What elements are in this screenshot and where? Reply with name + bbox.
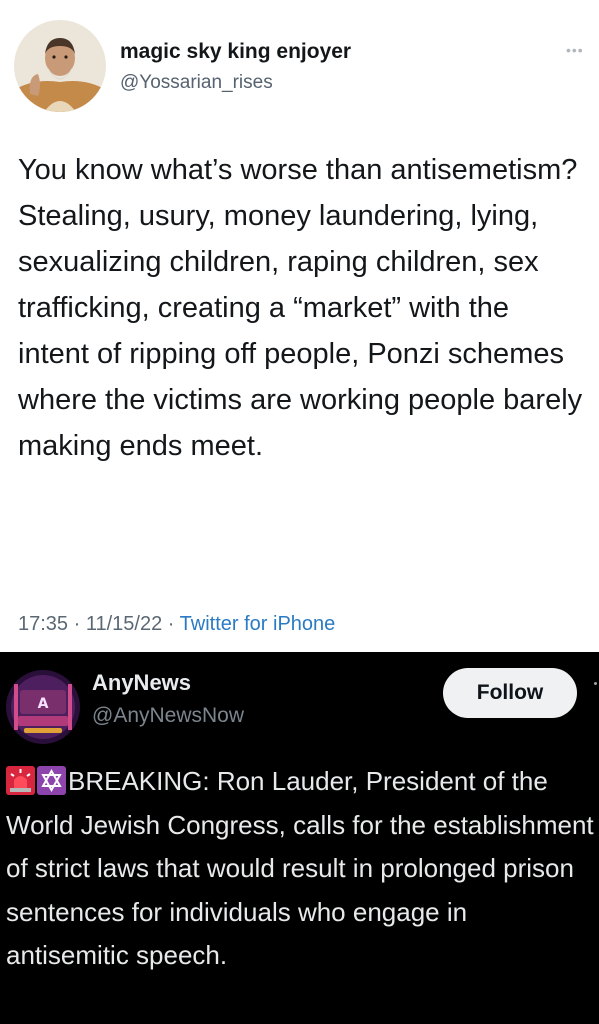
tweet-card-dark: A AnyNews @AnyNewsNow Follow BREAKING: R… (0, 652, 599, 1024)
tweet-date[interactable]: 11/15/22 (86, 613, 162, 635)
avatar-portrait-icon (14, 20, 106, 112)
meta-separator: · (167, 613, 175, 635)
follow-button[interactable]: Follow (443, 668, 577, 718)
tweet-card-light: magic sky king enjoyer @Yossarian_rises … (0, 0, 599, 652)
tweet-text: You know what’s worse than antisemetism?… (18, 154, 583, 462)
anynews-logo-icon: A (6, 670, 80, 744)
svg-text:A: A (38, 696, 49, 712)
avatar[interactable] (14, 20, 106, 112)
display-name[interactable]: magic sky king enjoyer (120, 40, 351, 64)
more-dots-icon[interactable]: ••• (566, 42, 584, 58)
tweet-text: BREAKING: Ron Lauder, President of the W… (6, 766, 594, 970)
more-dots-icon[interactable] (594, 682, 597, 685)
screenshot: magic sky king enjoyer @Yossarian_rises … (0, 0, 599, 1024)
meta-separator: · (73, 613, 81, 635)
display-name[interactable]: AnyNews (92, 670, 191, 696)
user-handle[interactable]: @Yossarian_rises (120, 72, 273, 94)
tweet-client-link[interactable]: Twitter for iPhone (180, 613, 336, 635)
user-handle[interactable]: @AnyNewsNow (92, 704, 244, 728)
tweet-time[interactable]: 17:35 (18, 613, 68, 635)
star-of-david-icon (37, 766, 66, 795)
tweet-timestamp-line: 17:35 · 11/15/22 · Twitter for iPhone (18, 613, 335, 636)
rotating-light-icon (6, 766, 35, 795)
tweet-text-block: BREAKING: Ron Lauder, President of the W… (6, 760, 596, 978)
avatar[interactable]: A (6, 670, 80, 744)
